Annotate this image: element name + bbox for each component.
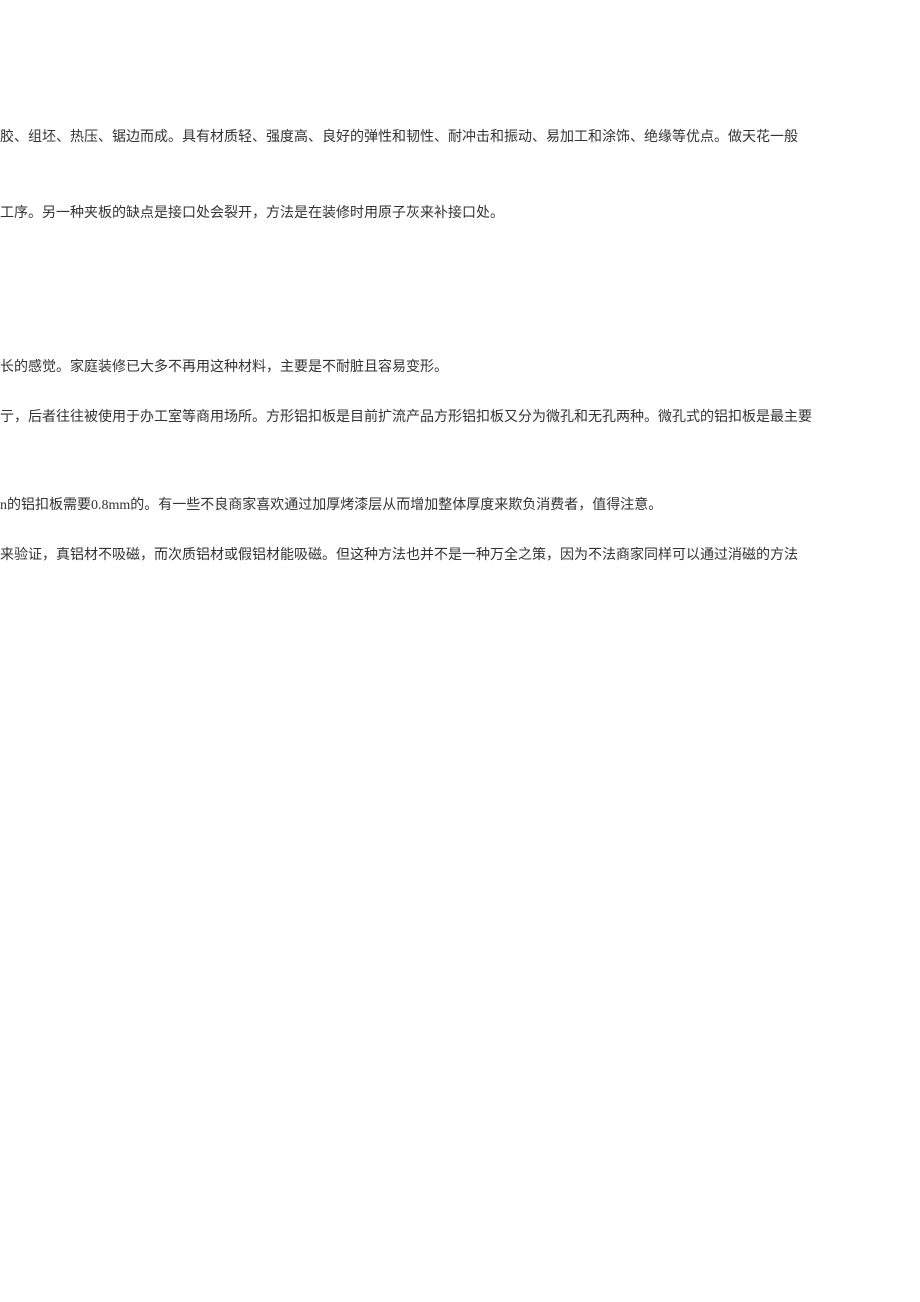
paragraph-text-6: 来验证，真铝材不吸磁，而次质铝材或假铝材能吸磁。但这种方法也并不是一种万全之策，… [0, 546, 798, 566]
paragraph-text-3: 长的感觉。家庭装修已大多不再用这种材料，主要是不耐脏且容易变形。 [0, 358, 448, 378]
paragraph-text-4: 亍，后者往往被使用于办工室等商用场所。方形铝扣板是目前扩流产品方形铝扣板又分为微… [0, 408, 812, 428]
paragraph-text-5: n的铝扣板需要0.8mm的。有一些不良商家喜欢通过加厚烤漆层从而增加整体厚度来欺… [0, 496, 662, 516]
paragraph-text-2: 工序。另一种夹板的缺点是接口处会裂开，方法是在装修时用原子灰来补接口处。 [0, 204, 504, 224]
paragraph-text-1: 胶、组坯、热压、锯边而成。具有材质轻、强度高、良好的弹性和韧性、耐冲击和振动、易… [0, 128, 798, 148]
